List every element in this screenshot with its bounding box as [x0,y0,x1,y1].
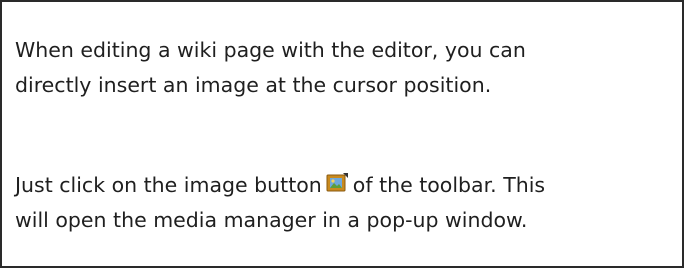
document-frame: When editing a wiki page with the editor… [0,0,684,268]
instruction-line-1: Just click on the image button of the to… [15,168,675,203]
instruction-text-after-icon: of the toolbar. This [352,173,546,197]
intro-line-2: directly insert an image at the cursor p… [15,73,492,97]
image-button[interactable] [326,173,348,194]
instruction-line-2: will open the media manager in a pop-up … [15,208,528,232]
image-icon [326,173,348,192]
intro-line-1: When editing a wiki page with the editor… [15,38,526,62]
instruction-paragraph: Just click on the image button of the to… [15,168,675,238]
instruction-text-before-icon: Just click on the image button [15,173,322,197]
intro-paragraph: When editing a wiki page with the editor… [15,33,675,103]
